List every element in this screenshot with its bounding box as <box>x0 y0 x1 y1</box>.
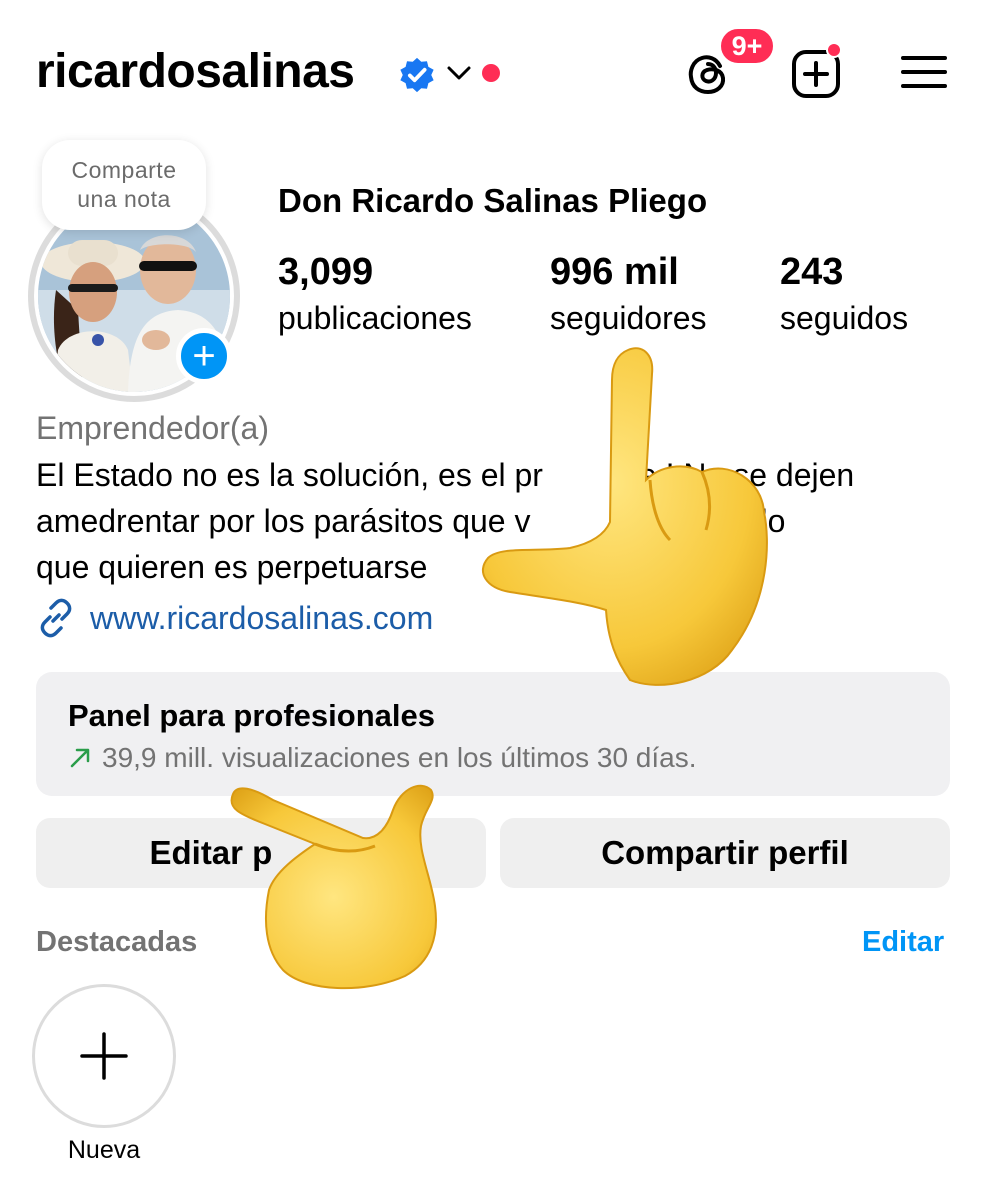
stat-label: seguidores <box>550 300 707 336</box>
verified-badge-icon <box>400 57 434 93</box>
plus-icon <box>80 1032 128 1080</box>
profile-header: ricardosalinas 9+ <box>0 0 986 140</box>
notification-badge: 9+ <box>718 26 776 66</box>
bio-fragment: El Estado no es la solución, es el pr <box>36 457 543 493</box>
highlights-edit-link[interactable]: Editar <box>862 926 944 959</box>
bio-fragment: que quieren es perpetuarse <box>36 549 428 585</box>
stat-label: seguidos <box>780 300 909 336</box>
stat-followers[interactable]: 996 mil seguidores <box>550 252 707 338</box>
pro-panel-title: Panel para profesionales <box>68 698 435 733</box>
full-name: Don Ricardo Salinas Pliego <box>278 182 708 219</box>
stat-value: 996 mil <box>550 251 679 293</box>
bio-fragment: amedrentar por los parásitos que v <box>36 503 531 539</box>
note-prompt-line2: una nota <box>77 186 171 212</box>
website-link[interactable]: www.ricardosalinas.com <box>36 598 433 638</box>
stat-posts[interactable]: 3,099 publicaciones <box>278 252 472 338</box>
menu-icon[interactable] <box>900 52 948 92</box>
account-alert-dot <box>482 64 500 82</box>
trend-up-icon <box>70 748 90 768</box>
add-story-button[interactable]: + <box>176 328 232 384</box>
note-bubble[interactable]: Comparte una nota <box>42 140 206 230</box>
stat-value: 3,099 <box>278 251 374 293</box>
stat-value: 243 <box>780 251 844 293</box>
highlights-title: Destacadas <box>36 926 198 958</box>
new-highlight-label: Nueva <box>67 1136 141 1164</box>
pro-panel-subtitle: 39,9 mill. visualizaciones en los último… <box>68 742 697 774</box>
pointing-hand-emoji-icon <box>230 784 437 990</box>
pro-panel-stats: 39,9 mill. visualizaciones en los último… <box>102 742 697 773</box>
note-prompt-line1: Comparte <box>71 157 177 183</box>
username-switcher[interactable]: ricardosalinas <box>36 44 355 99</box>
link-icon <box>40 598 72 638</box>
chevron-down-icon[interactable] <box>446 62 472 84</box>
stat-label: publicaciones <box>278 300 472 336</box>
stat-following[interactable]: 243 seguidos <box>780 252 908 338</box>
create-alert-dot <box>826 42 842 58</box>
share-profile-button[interactable]: Compartir perfil <box>500 818 950 888</box>
new-highlight-button[interactable] <box>32 984 176 1128</box>
website-url[interactable]: www.ricardosalinas.com <box>90 600 433 637</box>
profile-category: Emprendedor(a) <box>36 410 269 446</box>
pointing-hand-emoji-icon <box>482 347 768 686</box>
